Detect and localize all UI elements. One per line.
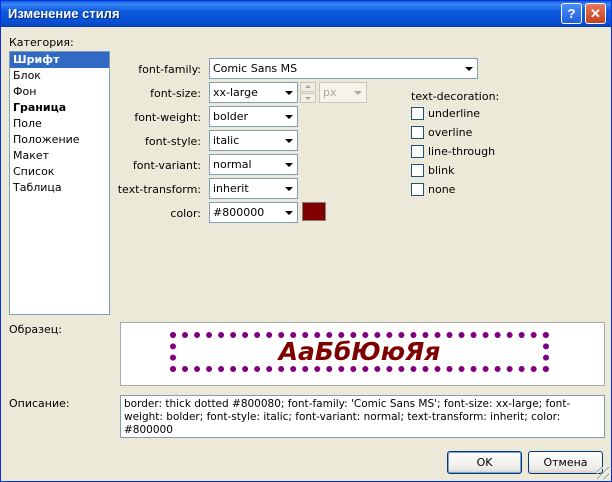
underline-label[interactable]: underline bbox=[428, 107, 480, 120]
overline-label[interactable]: overline bbox=[428, 126, 472, 139]
font-variant-value: normal bbox=[213, 158, 252, 171]
font-size-unit-value: px bbox=[323, 86, 337, 99]
category-label: Категория: bbox=[9, 36, 74, 49]
font-weight-value: bolder bbox=[213, 110, 249, 123]
font-family-value: Comic Sans MS bbox=[213, 62, 298, 75]
font-style-value: italic bbox=[213, 134, 240, 147]
chevron-down-icon[interactable] bbox=[280, 203, 297, 222]
description-text: border: thick dotted #800080; font-famil… bbox=[120, 395, 605, 438]
text-transform-label: text-transform: bbox=[117, 183, 201, 196]
chevron-down-icon[interactable] bbox=[280, 107, 297, 126]
none-label[interactable]: none bbox=[428, 183, 455, 196]
preview-label: Образец: bbox=[9, 323, 62, 336]
preview-sample-text: АаБбЮюЯя bbox=[170, 332, 549, 372]
font-family-label: font-family: bbox=[138, 63, 201, 76]
font-style-label: font-style: bbox=[145, 135, 201, 148]
line-through-checkbox[interactable] bbox=[411, 145, 424, 158]
description-label: Описание: bbox=[9, 397, 70, 410]
text-transform-select[interactable]: inherit bbox=[209, 178, 298, 199]
font-variant-select[interactable]: normal bbox=[209, 154, 298, 175]
help-button[interactable]: ? bbox=[561, 3, 582, 24]
preview-panel: АаБбЮюЯя bbox=[120, 322, 605, 386]
font-style-select[interactable]: italic bbox=[209, 130, 298, 151]
cancel-button[interactable]: Отмена bbox=[528, 451, 603, 474]
chevron-down-icon[interactable] bbox=[280, 83, 297, 102]
color-value: #800000 bbox=[213, 206, 265, 219]
color-select[interactable]: #800000 bbox=[209, 202, 298, 223]
underline-checkbox[interactable] bbox=[411, 107, 424, 120]
window-title: Изменение стиля bbox=[8, 6, 120, 21]
ok-button[interactable]: OK bbox=[447, 451, 522, 474]
line-through-label[interactable]: line-through bbox=[428, 145, 495, 158]
font-size-spinner[interactable] bbox=[300, 82, 317, 103]
text-transform-value: inherit bbox=[213, 182, 249, 195]
blink-label[interactable]: blink bbox=[428, 164, 454, 177]
spin-up-icon[interactable] bbox=[300, 82, 316, 92]
font-weight-label: font-weight: bbox=[134, 111, 201, 124]
text-decoration-label: text-decoration: bbox=[411, 90, 500, 103]
font-weight-select[interactable]: bolder bbox=[209, 106, 298, 127]
style-dialog: Изменение стиля ? ✕ Категория: Шрифт Бло… bbox=[0, 0, 612, 482]
font-size-select[interactable]: xx-large bbox=[209, 82, 298, 103]
font-family-select[interactable]: Comic Sans MS bbox=[209, 58, 478, 79]
close-button[interactable]: ✕ bbox=[585, 3, 606, 24]
title-bar[interactable]: Изменение стиля ? ✕ bbox=[1, 1, 611, 27]
font-size-value: xx-large bbox=[213, 86, 258, 99]
font-size-unit-select[interactable]: px bbox=[319, 82, 367, 103]
blink-checkbox[interactable] bbox=[411, 164, 424, 177]
color-swatch[interactable] bbox=[302, 202, 326, 221]
color-label: color: bbox=[170, 207, 201, 220]
none-checkbox[interactable] bbox=[411, 183, 424, 196]
spin-down-icon[interactable] bbox=[300, 93, 316, 103]
resize-grip-icon[interactable] bbox=[597, 467, 609, 479]
chevron-down-icon[interactable] bbox=[280, 155, 297, 174]
font-variant-label: font-variant: bbox=[132, 159, 201, 172]
overline-checkbox[interactable] bbox=[411, 126, 424, 139]
chevron-down-icon[interactable] bbox=[460, 59, 477, 78]
font-size-label: font-size: bbox=[150, 87, 201, 100]
chevron-down-icon[interactable] bbox=[280, 179, 297, 198]
chevron-down-icon[interactable] bbox=[349, 83, 366, 102]
chevron-down-icon[interactable] bbox=[280, 131, 297, 150]
